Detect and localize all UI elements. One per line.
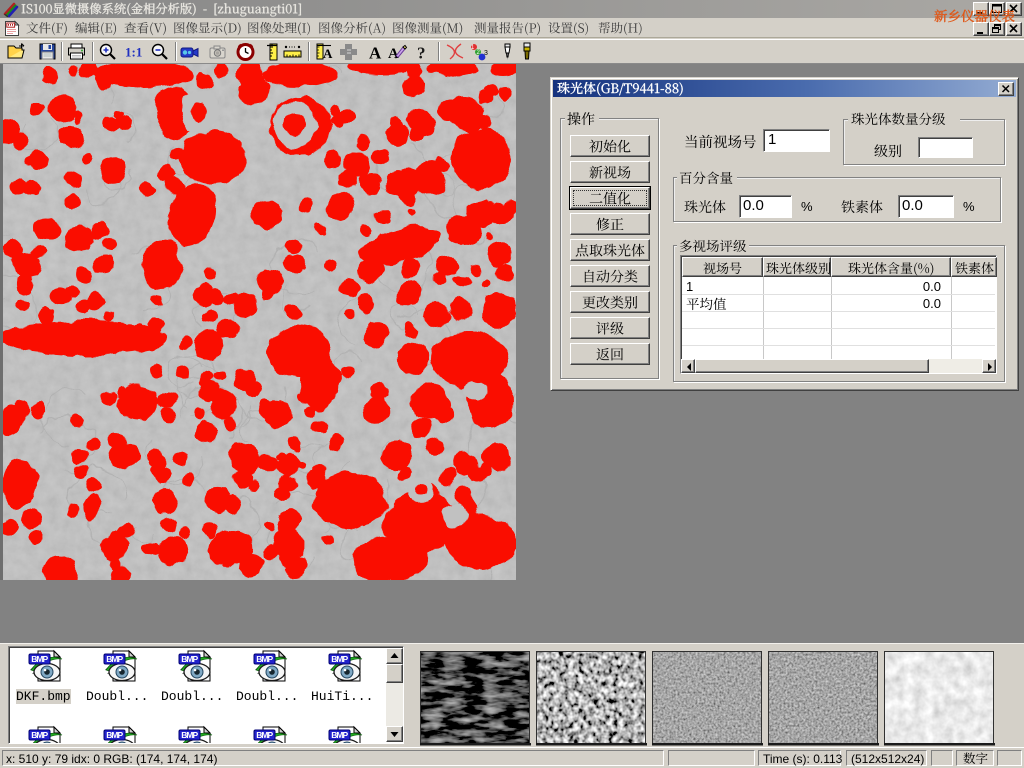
- svg-text:BMP: BMP: [106, 730, 123, 740]
- svg-text:BMP: BMP: [331, 654, 348, 664]
- svg-text:BMP: BMP: [181, 654, 198, 664]
- svg-text:BMP: BMP: [256, 730, 273, 740]
- svg-text:3: 3: [484, 50, 488, 57]
- svg-text:BMP: BMP: [181, 730, 198, 740]
- svg-text:BMP: BMP: [31, 654, 48, 664]
- svg-text:BMP: BMP: [256, 654, 273, 664]
- svg-text:BMP: BMP: [331, 730, 348, 740]
- svg-text:A: A: [369, 44, 382, 63]
- svg-text:BMP: BMP: [106, 654, 123, 664]
- svg-text:?: ?: [417, 44, 426, 63]
- svg-text:BMP: BMP: [31, 730, 48, 740]
- svg-text:1:1: 1:1: [125, 45, 142, 60]
- svg-text:A: A: [323, 46, 333, 61]
